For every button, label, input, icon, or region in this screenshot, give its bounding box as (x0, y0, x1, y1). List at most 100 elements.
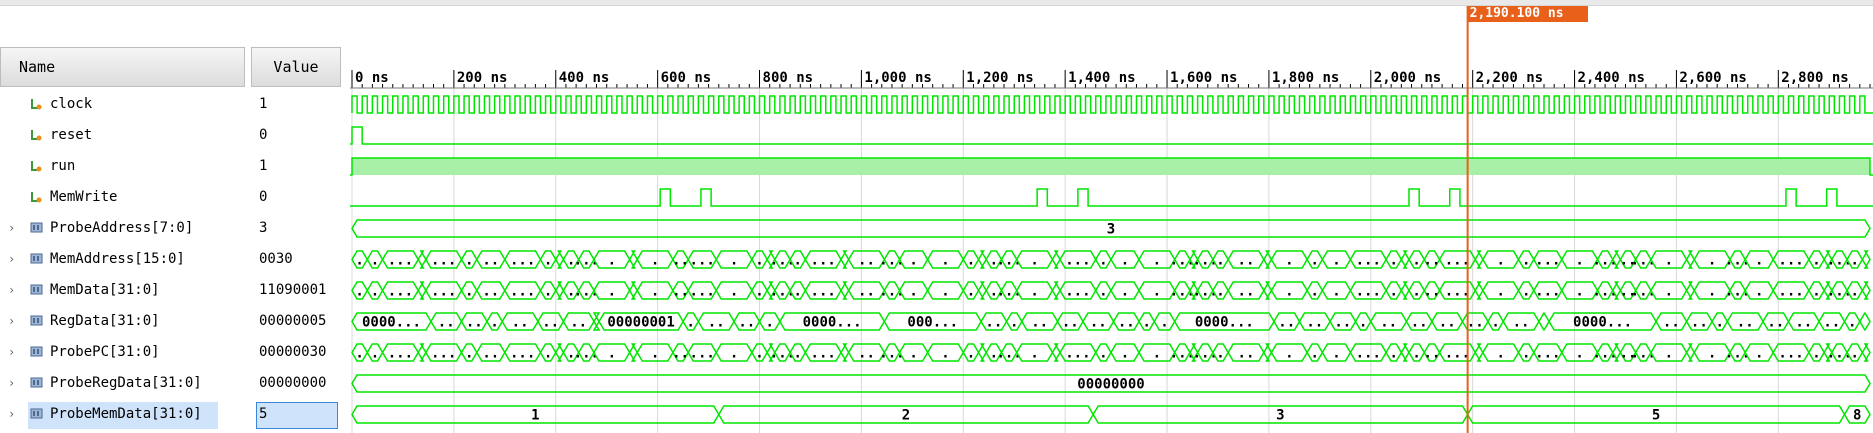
waveform-area[interactable]: 0 ns 200 ns 400 ns 600 ns 800 ns 1,000 ns 1,20… (350, 0, 1873, 433)
probepc-waveform-segment (840, 343, 850, 362)
memdata-waveform-label: .. (672, 284, 689, 300)
tick-label: 1,600 ns (1170, 70, 1237, 86)
signal-row[interactable]: MemWrite 0 (0, 182, 345, 213)
regdata-waveform-label: .. (738, 315, 755, 331)
memaddress-waveform-label: .. (1238, 253, 1255, 269)
signal-row[interactable]: › MemAddress[15:0] 0030 (0, 244, 345, 275)
signal-row[interactable]: › ProbeMemData[31:0] 5 (0, 399, 345, 430)
probepc-waveform-label: . (730, 346, 738, 362)
probepc-waveform-label: . (1099, 346, 1107, 362)
probepc-waveform-label: . (1496, 346, 1504, 362)
signal-row[interactable]: › ProbeAddress[7:0] 3 (0, 213, 345, 244)
memdata-waveform-label: .. (1423, 284, 1440, 300)
signal-name: ProbeRegData[31:0] (50, 375, 202, 391)
regdata-waveform-label: .. (1663, 315, 1680, 331)
probepc-waveform-label: . (794, 346, 802, 362)
tick-label: 1,800 ns (1272, 70, 1339, 86)
regdata-waveform-label: .. (1467, 315, 1484, 331)
memdata-waveform-segment (1474, 281, 1484, 300)
regdata-waveform-label: .. (1278, 315, 1295, 331)
signal-value: 1 (259, 158, 268, 174)
memaddress-waveform-label: ... (1065, 253, 1090, 269)
memdata-waveform-segment (1262, 281, 1273, 300)
probepc-waveform-label: . (1522, 346, 1530, 362)
memdata-waveform-label: . (1812, 284, 1820, 300)
probepc-waveform-label: . (465, 346, 473, 362)
memaddress-waveform-label: ... (388, 253, 413, 269)
regdata-waveform-label: .. (1031, 315, 1048, 331)
probepc-waveform-label: .. (672, 346, 689, 362)
regdata-waveform-label: .. (708, 315, 725, 331)
tick-label: 2,000 ns (1374, 70, 1441, 86)
probepc-waveform-label: . (371, 346, 379, 362)
expand-chevron-icon[interactable]: › (8, 221, 15, 235)
tick-label: 2,600 ns (1679, 70, 1746, 86)
bus-signal-icon (30, 284, 43, 296)
tick-label: 0 ns (355, 70, 389, 86)
bus-signal-icon (30, 377, 43, 389)
memaddress-waveform-label: . (651, 253, 659, 269)
memdata-waveform-label: . (1099, 284, 1107, 300)
signal-name: reset (50, 127, 93, 143)
regdata-waveform-label: . (1848, 315, 1856, 331)
memdata-waveform-segment (1051, 281, 1061, 300)
value-column-header[interactable]: Value (251, 47, 341, 87)
expand-chevron-icon[interactable]: › (8, 283, 15, 297)
memaddress-waveform-label: . (1708, 253, 1716, 269)
memdata-waveform-label: . (1311, 284, 1319, 300)
memaddress-waveform-label: ... (510, 253, 535, 269)
regdata-waveform-label: .. (1439, 315, 1456, 331)
memdata-waveform-segment (1685, 281, 1696, 300)
tick-label: 2,800 ns (1781, 70, 1848, 86)
memaddress-waveform-label: . (1755, 253, 1763, 269)
memaddress-waveform-segment (554, 250, 565, 269)
signal-row[interactable]: run 1 (0, 151, 345, 182)
memaddress-waveform-label: . (1575, 253, 1583, 269)
memaddress-waveform-segment (1051, 250, 1061, 269)
expand-chevron-icon[interactable]: › (8, 345, 15, 359)
memaddress-waveform-label: . (1850, 253, 1858, 269)
memdata-waveform-label: . (371, 284, 379, 300)
signal-value: 00000005 (259, 313, 327, 329)
signal-row[interactable]: › ProbeRegData[31:0] 00000000 (0, 368, 345, 399)
memdata-waveform-label: ... (1065, 284, 1090, 300)
name-column-header[interactable]: Name (0, 47, 245, 87)
memdata-waveform-segment (554, 281, 565, 300)
memaddress-waveform-label: . (1216, 253, 1224, 269)
signal-row[interactable]: clock 1 (0, 89, 345, 120)
probememdata-waveform-label: 5 (1652, 408, 1660, 424)
expand-chevron-icon[interactable]: › (8, 376, 15, 390)
expand-chevron-icon[interactable]: › (8, 314, 15, 328)
signal-row[interactable]: › ProbePC[31:0] 00000030 (0, 337, 345, 368)
memaddress-waveform-label: . (1311, 253, 1319, 269)
signal-row[interactable]: › RegData[31:0] 00000005 (0, 306, 345, 337)
regdata-waveform-label: .. (1334, 315, 1351, 331)
regdata-waveform-label: . (1160, 315, 1168, 331)
signal-name: MemAddress[15:0] (50, 251, 185, 267)
cursor-time-label[interactable]: 2,190.100 ns (1466, 6, 1588, 22)
clock-waveform (351, 95, 1873, 114)
probepc-waveform-label: . (909, 346, 917, 362)
memaddress-waveform-label: . (1099, 253, 1107, 269)
probepc-waveform-label: .. (1238, 346, 1255, 362)
memaddress-waveform-segment (1400, 250, 1410, 269)
expand-chevron-icon[interactable]: › (8, 407, 15, 421)
signal-row[interactable]: reset 0 (0, 120, 345, 151)
memdata-waveform-segment (1400, 281, 1410, 300)
regdata-waveform-label: .. (1767, 315, 1784, 331)
probepc-waveform-label: . (1121, 346, 1129, 362)
memdata-waveform-label: . (651, 284, 659, 300)
memaddress-waveform-label: ... (1535, 253, 1560, 269)
memaddress-waveform-label: . (608, 253, 616, 269)
probepc-waveform-label: . (544, 346, 552, 362)
signal-row[interactable]: › MemData[31:0] 11090001 (0, 275, 345, 306)
waveform-canvas[interactable]: 0 ns 200 ns 400 ns 600 ns 800 ns 1,000 ns 1,20… (350, 0, 1873, 433)
memdata-waveform-label: . (941, 284, 949, 300)
memdata-waveform-label: . (967, 284, 975, 300)
memaddress-waveform-label: .. (858, 253, 875, 269)
memdata-waveform-label: . (1575, 284, 1583, 300)
memaddress-waveform-label: . (465, 253, 473, 269)
memaddress-waveform-segment (628, 250, 639, 269)
memdata-waveform-label: .. (482, 284, 499, 300)
expand-chevron-icon[interactable]: › (8, 252, 15, 266)
